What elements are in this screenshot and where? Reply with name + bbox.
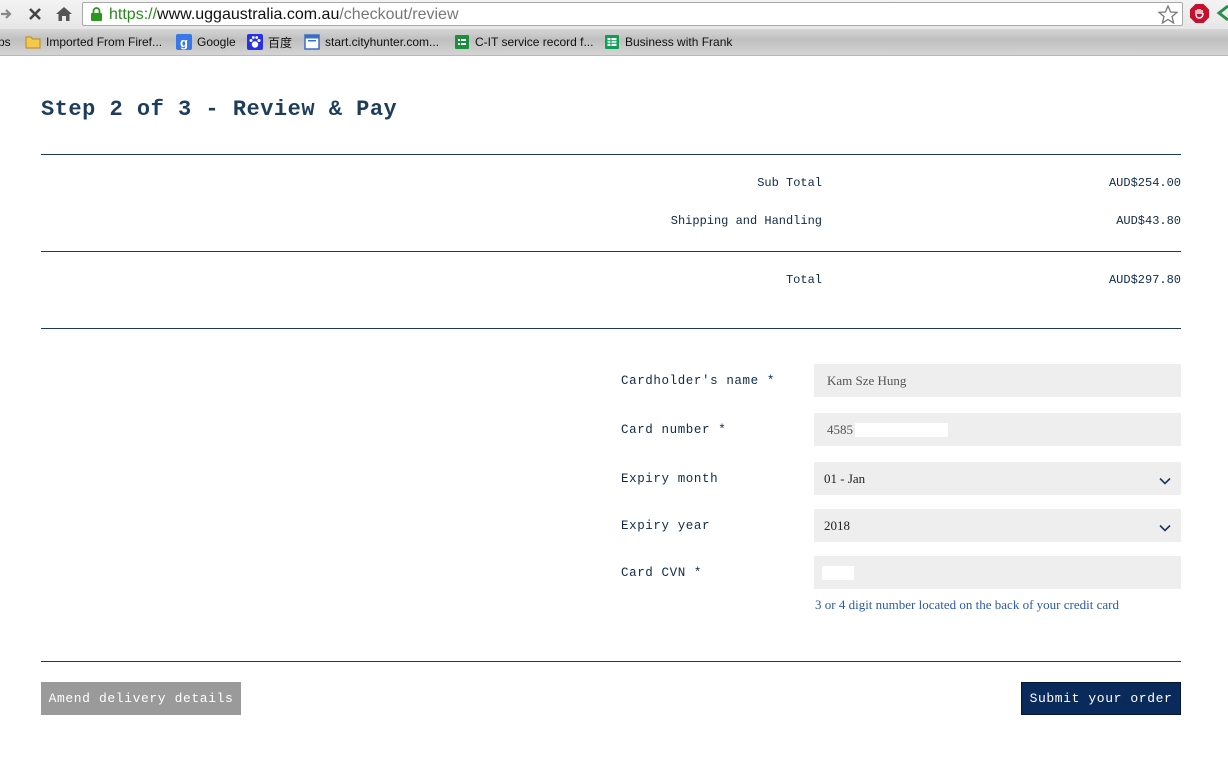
bookmark-star-icon[interactable] <box>1157 4 1179 29</box>
bookmark-c-it-service-record[interactable]: C-IT service record f... <box>454 33 593 51</box>
cardholder-name-input[interactable]: Kam Sze Hung <box>814 364 1181 397</box>
cvn-hint-text: 3 or 4 digit number located on the back … <box>815 597 1119 612</box>
baidu-icon <box>247 34 263 50</box>
total-value: AUD$297.80 <box>1108 273 1181 287</box>
bookmarks-bar: ps Imported From Firef... g Google 百度 st… <box>0 29 1228 55</box>
bookmark-label: start.cityhunter.com... <box>325 35 440 49</box>
extension-icon[interactable] <box>1216 3 1228 28</box>
bookmark-imported-from-firefox[interactable]: Imported From Firef... <box>25 33 162 51</box>
submit-order-button[interactable]: Submit your order <box>1021 682 1181 715</box>
url-scheme: https:// <box>109 6 158 23</box>
card-number-value: 4585 <box>827 421 853 437</box>
expiry-year-value: 2018 <box>824 517 850 533</box>
subtotal-label: Sub Total <box>757 176 822 190</box>
cardholder-name-label: Cardholder's name * <box>621 374 775 388</box>
page-title: Step 2 of 3 - Review & Pay <box>41 97 398 122</box>
page-icon <box>304 34 320 50</box>
url-path: /checkout/review <box>339 6 459 23</box>
divider <box>41 328 1181 329</box>
stop-loading-icon[interactable] <box>24 4 46 24</box>
redacted-card-digits <box>855 422 948 437</box>
adblock-extension-icon[interactable] <box>1189 3 1210 29</box>
expiry-month-label: Expiry month <box>621 472 719 486</box>
bookmark-label: ps <box>0 35 11 49</box>
card-number-label: Card number * <box>621 423 727 437</box>
expiry-month-value: 01 - Jan <box>824 470 866 486</box>
chevron-down-icon <box>1159 520 1171 536</box>
address-bar[interactable]: https://www.uggaustralia.com.au/checkout… <box>82 2 1183 26</box>
expiry-year-select[interactable]: 2018 <box>814 509 1181 542</box>
bookmark-baidu[interactable]: 百度 <box>247 33 292 51</box>
divider <box>41 154 1181 155</box>
bookmark-apps[interactable]: ps <box>0 33 11 51</box>
svg-text:g: g <box>180 35 188 50</box>
shipping-label: Shipping and Handling <box>670 214 822 228</box>
card-cvn-label: Card CVN * <box>621 566 703 580</box>
browser-chrome: https://www.uggaustralia.com.au/checkout… <box>0 0 1228 56</box>
url-host: www.uggaustralia.com.au <box>157 6 340 23</box>
bookmark-business-with-frank[interactable]: Business with Frank <box>604 33 732 51</box>
url-text: https://www.uggaustralia.com.au/checkout… <box>109 4 459 26</box>
expiry-year-label: Expiry year <box>621 519 711 533</box>
amend-delivery-details-button[interactable]: Amend delivery details <box>41 682 241 715</box>
bookmark-google[interactable]: g Google <box>176 33 236 51</box>
google-icon: g <box>176 34 192 50</box>
checkout-review-page: Step 2 of 3 - Review & Pay Sub Total AUD… <box>0 56 1228 761</box>
cardholder-name-value: Kam Sze Hung <box>827 372 907 388</box>
total-label: Total <box>785 273 822 287</box>
bookmark-cityhunter[interactable]: start.cityhunter.com... <box>304 33 439 51</box>
bookmark-label: C-IT service record f... <box>475 35 594 49</box>
bookmark-label: 百度 <box>268 35 293 50</box>
shipping-value: AUD$43.80 <box>1116 214 1181 228</box>
subtotal-value: AUD$254.00 <box>1108 176 1181 190</box>
chevron-down-icon <box>1159 473 1171 489</box>
folder-icon <box>25 34 41 50</box>
card-number-input[interactable]: 4585 <box>814 413 1181 446</box>
forms-icon <box>454 34 470 50</box>
home-icon[interactable] <box>53 4 75 24</box>
forward-arrow-icon[interactable] <box>0 4 14 24</box>
sheets-icon <box>604 34 620 50</box>
bookmark-label: Imported From Firef... <box>46 35 163 49</box>
card-cvn-input[interactable] <box>814 556 1181 589</box>
redacted-cvn <box>822 565 854 580</box>
divider <box>41 251 1181 252</box>
bookmark-label: Business with Frank <box>625 35 733 49</box>
secure-lock-icon <box>90 7 103 27</box>
bookmark-label: Google <box>197 35 236 49</box>
expiry-month-select[interactable]: 01 - Jan <box>814 462 1181 495</box>
divider <box>41 661 1181 662</box>
